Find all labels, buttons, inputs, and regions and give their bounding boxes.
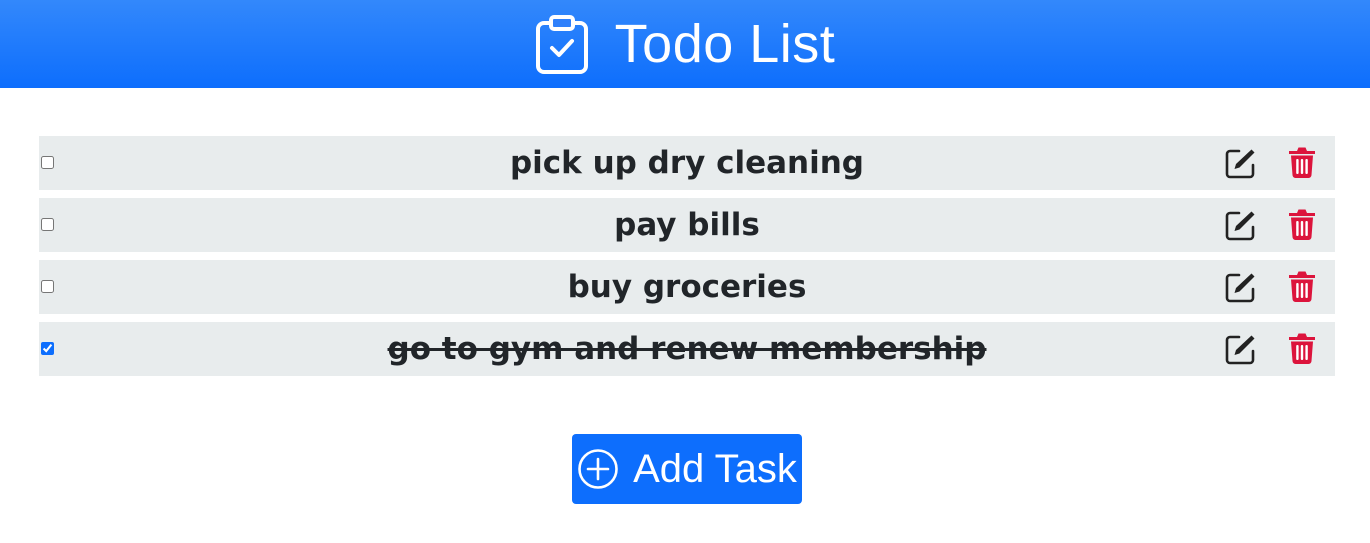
pencil-square-icon[interactable]: [1225, 271, 1257, 303]
page-title: Todo List: [614, 14, 836, 74]
task-checkbox[interactable]: [41, 280, 54, 293]
trash-icon[interactable]: [1288, 208, 1316, 240]
pencil-square-icon[interactable]: [1225, 147, 1257, 179]
task-list: pick up dry cleaning pay bills buy groce…: [39, 136, 1335, 384]
app-header: Todo List: [0, 0, 1370, 88]
task-checkbox[interactable]: [41, 218, 54, 231]
task-label: buy groceries: [567, 269, 807, 305]
task-label: pay bills: [614, 207, 760, 243]
task-row: go to gym and renew membership: [39, 322, 1335, 376]
task-label: pick up dry cleaning: [509, 145, 865, 181]
add-task-label: Add Task: [633, 447, 797, 491]
task-row: buy groceries: [39, 260, 1335, 314]
trash-icon[interactable]: [1288, 146, 1316, 178]
task-row: pick up dry cleaning: [39, 136, 1335, 190]
pencil-square-icon[interactable]: [1225, 333, 1257, 365]
task-label: go to gym and renew membership: [387, 331, 987, 367]
add-task-button[interactable]: Add Task: [572, 434, 802, 504]
plus-circle-icon: [578, 449, 618, 489]
trash-icon[interactable]: [1288, 332, 1316, 364]
task-checkbox[interactable]: [41, 156, 54, 169]
task-row: pay bills: [39, 198, 1335, 252]
pencil-square-icon[interactable]: [1225, 209, 1257, 241]
trash-icon[interactable]: [1288, 270, 1316, 302]
clipboard-check-icon: [535, 15, 588, 74]
task-checkbox[interactable]: [41, 342, 54, 355]
